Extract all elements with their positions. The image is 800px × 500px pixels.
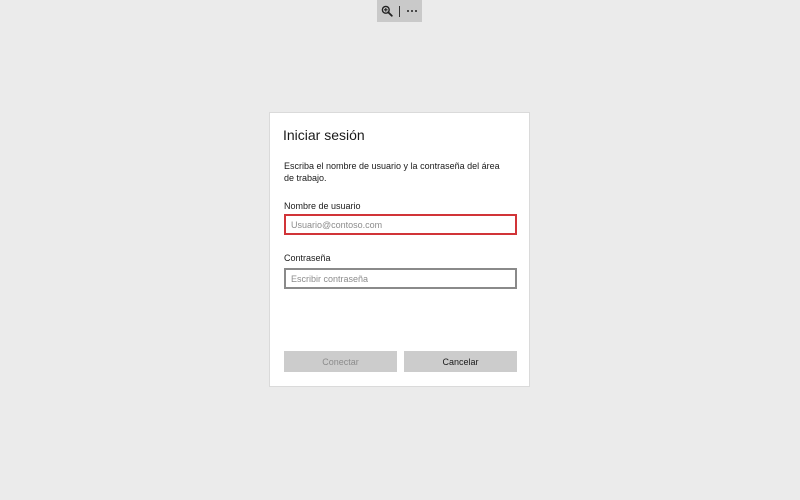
- connect-button[interactable]: Conectar: [284, 351, 397, 372]
- more-options-icon[interactable]: [405, 3, 419, 19]
- username-input[interactable]: [284, 214, 517, 235]
- top-toolbar: [377, 0, 422, 22]
- zoom-in-icon[interactable]: [380, 3, 394, 19]
- dialog-title: Iniciar sesión: [283, 127, 365, 143]
- dialog-description: Escriba el nombre de usuario y la contra…: [284, 161, 500, 183]
- password-label: Contraseña: [284, 253, 331, 263]
- password-input[interactable]: [284, 268, 517, 289]
- username-label: Nombre de usuario: [284, 201, 361, 211]
- toolbar-divider: [399, 5, 400, 17]
- sign-in-dialog: Iniciar sesión Escriba el nombre de usua…: [269, 112, 530, 387]
- cancel-button[interactable]: Cancelar: [404, 351, 517, 372]
